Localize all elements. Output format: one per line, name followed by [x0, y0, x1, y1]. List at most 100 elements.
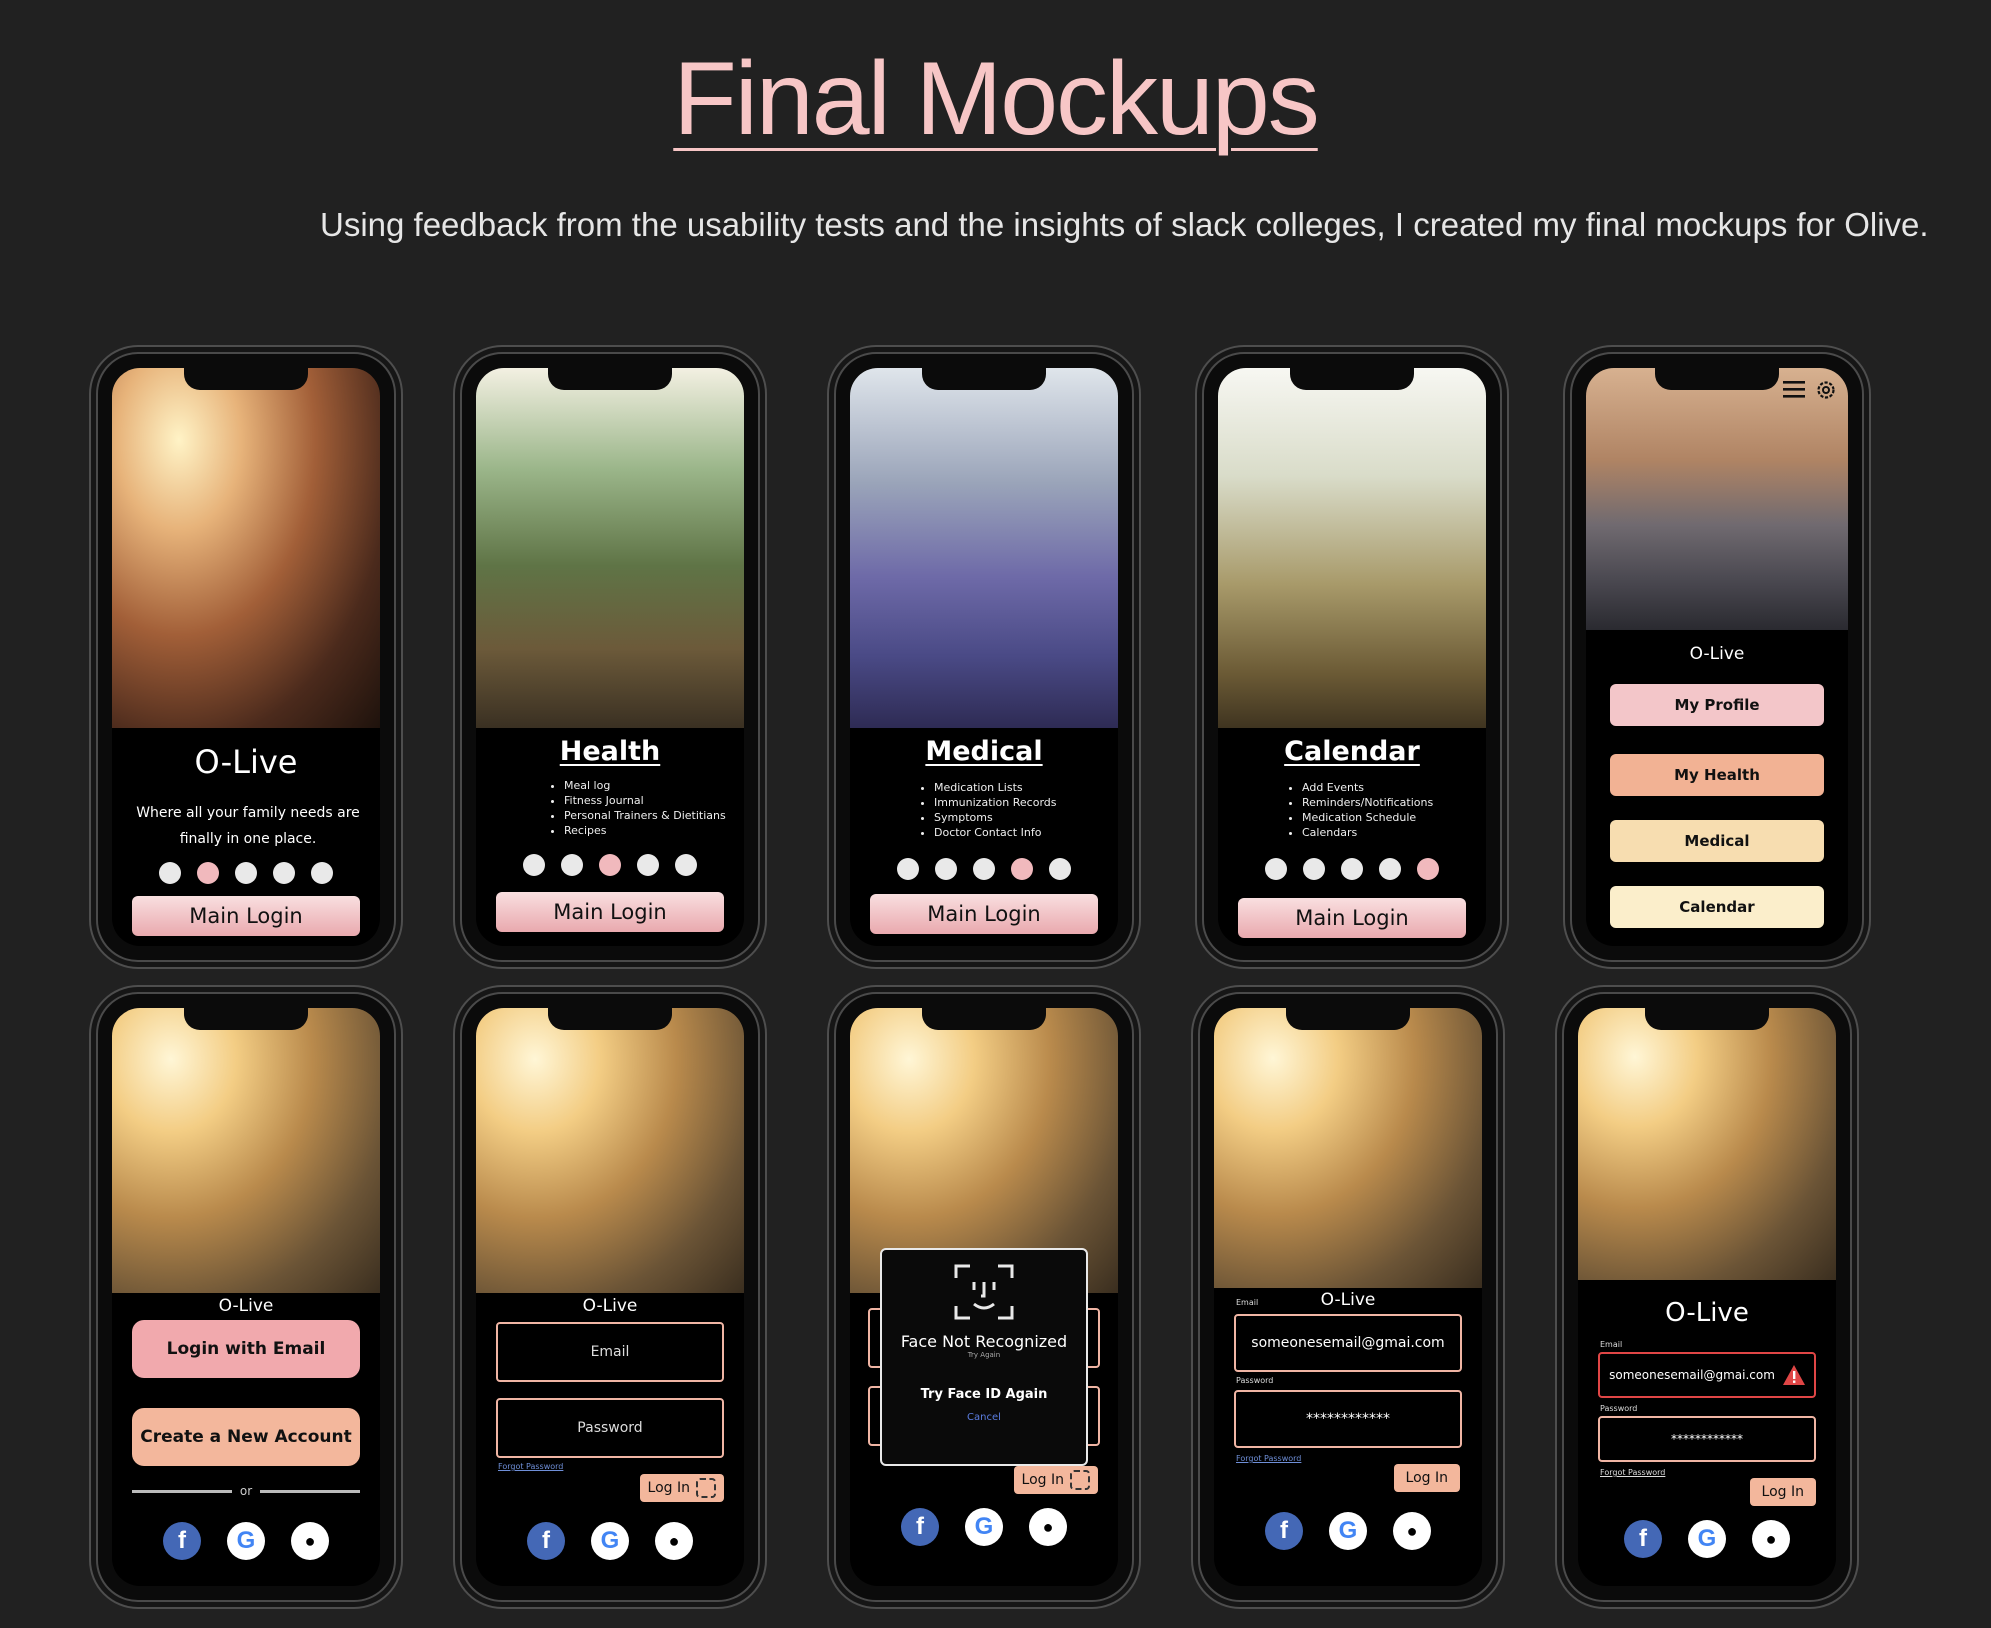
pager-dot[interactable] [1341, 858, 1363, 880]
google-icon[interactable]: G [1329, 1512, 1367, 1550]
forgot-password-link[interactable]: Forgot Password [498, 1462, 563, 1471]
list-item: Symptoms [934, 810, 1057, 825]
feature-list: Meal log Fitness Journal Personal Traine… [564, 778, 726, 838]
main-login-button[interactable]: Main Login [132, 896, 360, 936]
pager-dot[interactable] [1303, 858, 1325, 880]
section-heading: Calendar [1284, 736, 1420, 767]
pager-dot[interactable] [973, 858, 995, 880]
google-icon[interactable]: G [965, 1508, 1003, 1546]
pager-dot-active[interactable] [197, 862, 219, 884]
main-login-button[interactable]: Main Login [1238, 898, 1466, 938]
apple-icon[interactable]: ● [291, 1522, 329, 1560]
pager-dot-active[interactable] [1011, 858, 1033, 880]
google-icon[interactable]: G [227, 1522, 265, 1560]
pager-dot[interactable] [523, 854, 545, 876]
pager-dot[interactable] [637, 854, 659, 876]
pager-dot[interactable] [897, 858, 919, 880]
pager-dot[interactable] [273, 862, 295, 884]
forgot-password-link[interactable]: Forgot Password [1600, 1468, 1665, 1477]
google-icon[interactable]: G [591, 1522, 629, 1560]
main-login-button[interactable]: Main Login [496, 892, 724, 932]
pager-dot[interactable] [1379, 858, 1401, 880]
dialog-subtitle: Try Again [967, 1351, 1001, 1359]
pager-dot-active[interactable] [599, 854, 621, 876]
pager-dot[interactable] [935, 858, 957, 880]
my-health-button[interactable]: My Health [1610, 754, 1824, 796]
face-id-icon[interactable] [696, 1478, 716, 1498]
password-field[interactable]: ************ [1598, 1416, 1816, 1462]
facebook-icon[interactable]: f [163, 1522, 201, 1560]
social-logins: f G ● [1578, 1520, 1836, 1558]
forgot-password-link[interactable]: Forgot Password [1236, 1454, 1301, 1463]
list-item: Add Events [1302, 780, 1433, 795]
login-button[interactable]: Log In [639, 1474, 724, 1502]
apple-icon[interactable]: ● [1393, 1512, 1431, 1550]
calendar-button[interactable]: Calendar [1610, 886, 1824, 928]
login-button[interactable]: Log In [1013, 1466, 1098, 1494]
pager-dot[interactable] [561, 854, 583, 876]
top-icons [1782, 378, 1838, 402]
or-divider: or [132, 1484, 360, 1498]
email-label: Email [1600, 1340, 1623, 1349]
face-id-dialog: Face Not Recognized Try Again Try Face I… [880, 1248, 1088, 1466]
pager-dot[interactable] [235, 862, 257, 884]
retry-face-id-button[interactable]: Try Face ID Again [882, 1387, 1086, 1402]
section-heading: Health [559, 736, 661, 767]
notch [184, 1008, 308, 1030]
password-label: Password [1236, 1376, 1274, 1385]
pager-dot[interactable] [675, 854, 697, 876]
create-account-button[interactable]: Create a New Account [132, 1408, 360, 1466]
gear-icon[interactable] [1814, 378, 1838, 402]
login-button[interactable]: Log In [1393, 1464, 1460, 1492]
apple-icon[interactable]: ● [1752, 1520, 1790, 1558]
list-item: Recipes [564, 823, 726, 838]
password-field[interactable]: ************ [1234, 1390, 1462, 1448]
list-item: Doctor Contact Info [934, 825, 1057, 840]
field-photo [476, 368, 744, 728]
notch [922, 368, 1046, 390]
list-item: Reminders/Notifications [1302, 795, 1433, 810]
list-item: Fitness Journal [564, 793, 726, 808]
cancel-button[interactable]: Cancel [882, 1412, 1086, 1423]
tagline: Where all your family needs are finally … [136, 805, 360, 847]
notch [548, 368, 672, 390]
password-label: Password [1600, 1404, 1638, 1413]
list-item: Calendars [1302, 825, 1433, 840]
pager-dots [1218, 858, 1486, 880]
email-field[interactable]: someonesemail@gmai.com [1234, 1314, 1462, 1372]
menu-icon[interactable] [1782, 378, 1806, 400]
social-logins: f G ● [850, 1508, 1118, 1546]
my-profile-button[interactable]: My Profile [1610, 684, 1824, 726]
pager-dots [476, 854, 744, 876]
password-field[interactable]: Password [496, 1398, 724, 1458]
pager-dot[interactable] [311, 862, 333, 884]
login-with-email-button[interactable]: Login with Email [132, 1320, 360, 1378]
login-label: Log In [1021, 1472, 1064, 1488]
face-id-icon[interactable] [1070, 1470, 1090, 1490]
facebook-icon[interactable]: f [1265, 1512, 1303, 1550]
pager-dot[interactable] [159, 862, 181, 884]
feature-list: Add Events Reminders/Notifications Medic… [1302, 780, 1433, 840]
phone-welcome: O-Live Where all your family needs are f… [96, 352, 396, 962]
mother-daughter-photo [1214, 1008, 1482, 1288]
main-login-button[interactable]: Main Login [870, 894, 1098, 934]
facebook-icon[interactable]: f [1624, 1520, 1662, 1558]
facebook-icon[interactable]: f [901, 1508, 939, 1546]
pager-dot[interactable] [1265, 858, 1287, 880]
google-icon[interactable]: G [1688, 1520, 1726, 1558]
medical-button[interactable]: Medical [1610, 820, 1824, 862]
apple-icon[interactable]: ● [655, 1522, 693, 1560]
login-button[interactable]: Log In [1749, 1478, 1816, 1506]
pager-dot-active[interactable] [1417, 858, 1439, 880]
facebook-icon[interactable]: f [527, 1522, 565, 1560]
app-name: O-Live [1689, 644, 1745, 664]
list-item: Medication Lists [934, 780, 1057, 795]
phone-login-form: O-Live Email Password Forgot Password Lo… [460, 992, 760, 1602]
apple-icon[interactable]: ● [1029, 1508, 1067, 1546]
page-title: Final Mockups [673, 41, 1319, 157]
notch [1290, 368, 1414, 390]
email-field[interactable]: Email [496, 1322, 724, 1382]
pager-dots [112, 862, 380, 884]
pager-dot[interactable] [1049, 858, 1071, 880]
notch [1645, 1008, 1769, 1030]
